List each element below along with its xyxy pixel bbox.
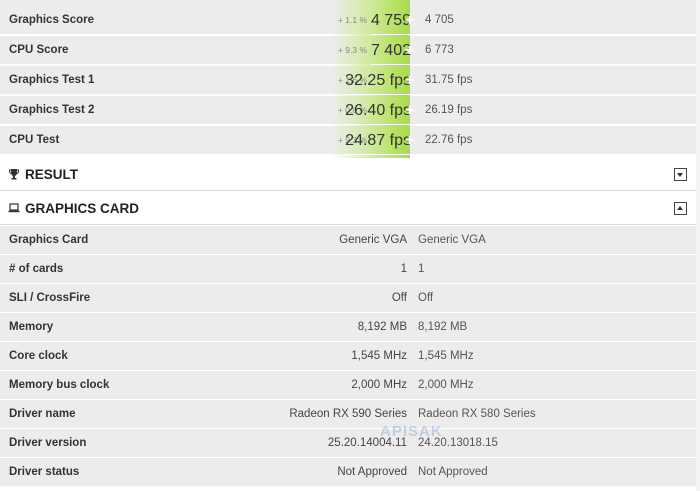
collapse-toggle-icon[interactable] xyxy=(674,202,687,215)
row-label: Driver status xyxy=(9,466,80,478)
spec-row-driver-name: Driver name Radeon RX 590 Series Radeon … xyxy=(0,400,696,429)
row-compare-value: 22.76 fps xyxy=(425,134,473,146)
spec-row-core-clock: Core clock 1,545 MHz 1,545 MHz xyxy=(0,342,696,371)
row-label: CPU Score xyxy=(9,44,69,56)
row-compare-value: Not Approved xyxy=(418,466,488,478)
spec-row-graphics-card: Graphics Card Generic VGA Generic VGA xyxy=(0,226,696,255)
row-compare-value: 26.19 fps xyxy=(425,104,473,116)
score-value: 24.87 fps xyxy=(345,126,411,155)
row-compare-value: 4 705 xyxy=(425,14,454,26)
row-label: Graphics Card xyxy=(9,234,89,246)
score-value: 32.25 fps xyxy=(345,66,411,95)
spec-row-sli-crossfire: SLI / CrossFire Off Off xyxy=(0,284,696,313)
row-label: SLI / CrossFire xyxy=(9,292,91,304)
row-compare-value: 2,000 MHz xyxy=(418,379,474,391)
score-value: 26.40 fps xyxy=(345,96,411,125)
row-value: Generic VGA xyxy=(339,234,407,246)
row-value: Not Approved xyxy=(337,466,407,478)
row-compare-value: 1,545 MHz xyxy=(418,350,474,362)
result-section-header[interactable]: RESULT xyxy=(0,158,696,191)
row-value: 1 xyxy=(400,263,407,275)
row-compare-value: 6 773 xyxy=(425,44,454,56)
row-label: Memory bus clock xyxy=(9,379,110,391)
trophy-icon xyxy=(9,169,19,180)
row-compare-value: 31.75 fps xyxy=(425,74,473,86)
plus-icon[interactable]: + xyxy=(403,43,416,59)
plus-icon[interactable]: + xyxy=(403,133,416,149)
row-label: Core clock xyxy=(9,350,68,362)
laptop-icon xyxy=(8,203,20,213)
watermark-text: APISAK xyxy=(380,423,443,440)
spec-row-driver-version: Driver version 25.20.14004.11 24.20.1301… xyxy=(0,429,696,458)
spec-row-memory-bus-clock: Memory bus clock 2,000 MHz 2,000 MHz xyxy=(0,371,696,400)
plus-icon[interactable]: + xyxy=(403,13,416,29)
graphics-card-section-header[interactable]: GRAPHICS CARD xyxy=(0,192,696,225)
row-compare-value: 8,192 MB xyxy=(418,321,468,333)
row-label: Graphics Test 2 xyxy=(9,104,95,116)
plus-icon[interactable]: + xyxy=(403,73,416,89)
score-delta: + 1.1 % xyxy=(337,15,367,25)
row-compare-value: Off xyxy=(418,292,434,304)
row-value: 1,545 MHz xyxy=(351,350,407,362)
section-title: GRAPHICS CARD xyxy=(25,201,140,216)
plus-icon[interactable]: + xyxy=(403,103,416,119)
expand-toggle-icon[interactable] xyxy=(674,168,687,181)
row-label: Graphics Score xyxy=(9,14,95,26)
row-value: Off xyxy=(391,292,407,304)
row-compare-value: 1 xyxy=(418,263,425,275)
row-label: Memory xyxy=(9,321,54,333)
spec-row-memory: Memory 8,192 MB 8,192 MB xyxy=(0,313,696,342)
row-label: # of cards xyxy=(9,263,64,275)
section-title: RESULT xyxy=(25,167,78,182)
row-label: CPU Test xyxy=(9,134,60,146)
score-delta: + 9.3 % xyxy=(337,45,367,55)
row-label: Driver name xyxy=(9,408,76,420)
row-label: Driver version xyxy=(9,437,87,449)
right-edge xyxy=(696,0,700,491)
row-value: 8,192 MB xyxy=(357,321,407,333)
row-label: Graphics Test 1 xyxy=(9,74,95,86)
spec-row-num-cards: # of cards 1 1 xyxy=(0,255,696,284)
row-value: 2,000 MHz xyxy=(351,379,407,391)
row-compare-value: Generic VGA xyxy=(418,234,486,246)
spec-row-driver-status: Driver status Not Approved Not Approved xyxy=(0,458,696,487)
